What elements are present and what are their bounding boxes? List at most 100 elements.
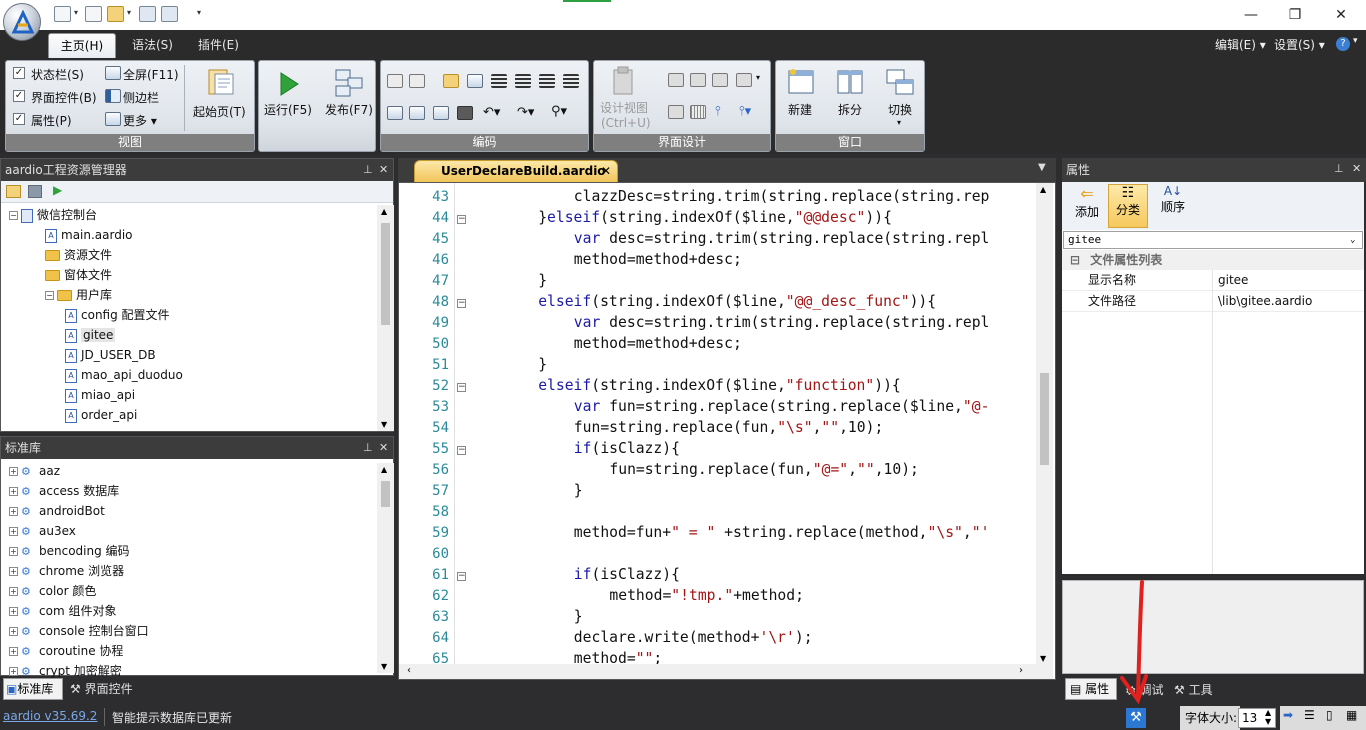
stdlib-scroll-down-icon[interactable]: ▼ (381, 662, 387, 671)
comment-block-icon[interactable] (433, 106, 449, 120)
order-button[interactable]: A↓ 顺序 (1156, 184, 1190, 228)
new-dropdown-icon[interactable]: ▾ (74, 8, 78, 17)
select-icon[interactable] (467, 74, 483, 88)
book-icon[interactable]: ▯ (1326, 708, 1333, 722)
fold-icon[interactable]: − (457, 383, 466, 392)
scroll-down-icon[interactable]: ▼ (381, 420, 387, 429)
save-icon[interactable] (139, 6, 156, 22)
expand-icon[interactable]: + (9, 527, 18, 536)
close-property-icon[interactable]: ✕ (1352, 162, 1361, 175)
collapse-icon[interactable]: − (45, 291, 54, 300)
tree-item[interactable]: − 微信控制台 (9, 205, 97, 225)
statusbar-checkbox[interactable]: ✓ (13, 67, 25, 79)
save-project-icon[interactable] (28, 185, 42, 198)
editor-vscroll[interactable]: ▲ ▼ (1036, 183, 1053, 679)
stdlib-scroll-up-icon[interactable]: ▲ (381, 465, 387, 474)
jump-icon[interactable] (409, 106, 425, 120)
library-item[interactable]: + ⚙ androidBot (9, 501, 105, 521)
tab-syntax[interactable]: 语法(S) (122, 33, 183, 58)
find-icon[interactable]: ⚲▾ (551, 104, 567, 119)
tree-item[interactable]: 资源文件 (45, 245, 112, 265)
library-item[interactable]: + ⚙ au3ex (9, 521, 76, 541)
library-item[interactable]: + ⚙ bencoding 编码 (9, 541, 130, 561)
library-item[interactable]: + ⚙ aaz (9, 461, 60, 481)
expand-icon[interactable]: + (9, 607, 18, 616)
stdlib-scroll-thumb[interactable] (381, 481, 390, 507)
properties-checkbox[interactable]: ✓ (13, 113, 25, 125)
cut-icon[interactable] (387, 74, 403, 88)
library-item[interactable]: + ⚙ chrome 浏览器 (9, 561, 124, 581)
switch-button[interactable]: 切换 (888, 101, 912, 118)
paste-icon[interactable] (443, 74, 459, 88)
list-icon[interactable]: ☰ (1304, 708, 1315, 722)
tab-plugins[interactable]: 插件(E) (188, 33, 249, 58)
format-icon[interactable] (387, 106, 403, 120)
tree-item[interactable]: 窗体文件 (45, 265, 112, 285)
align-top-icon[interactable] (690, 73, 706, 87)
update-icon[interactable]: ⚒ (1126, 708, 1146, 728)
tab-tools[interactable]: ⚒ 工具 (1174, 681, 1213, 698)
property-section[interactable]: ⊟ 文件属性列表 (1062, 250, 1364, 270)
same-size-icon[interactable] (712, 73, 728, 87)
property-row[interactable]: 文件路径 \lib\gitee.aardio (1062, 291, 1364, 312)
expand-icon[interactable]: + (9, 467, 18, 476)
expand-icon[interactable]: + (9, 507, 18, 516)
library-item[interactable]: + ⚙ coroutine 协程 (9, 641, 123, 661)
comment-icon[interactable] (539, 74, 555, 88)
grid-view-icon[interactable]: ▦ (1346, 708, 1357, 722)
switch-dropdown-icon[interactable]: ▾ (897, 118, 901, 127)
object-selector[interactable]: gitee ⌄ (1063, 231, 1363, 249)
expand-icon[interactable]: + (9, 667, 18, 676)
run-project-icon[interactable]: ▶ (53, 183, 62, 197)
selector-dropdown-icon[interactable]: ⌄ (1350, 232, 1355, 248)
start-page-button[interactable]: 起始页(T) (193, 103, 246, 120)
pin-stdlib-icon[interactable]: ⊥ (363, 437, 373, 459)
frame-icon[interactable] (668, 105, 684, 119)
property-value[interactable]: gitee (1218, 270, 1248, 291)
library-item[interactable]: + ⚙ access 数据库 (9, 481, 119, 501)
editor-scroll-thumb[interactable] (1040, 373, 1049, 465)
minimize-button[interactable]: — (1228, 0, 1274, 30)
section-collapse-icon[interactable]: ⊟ (1070, 253, 1080, 267)
tab-properties[interactable]: ▤ 属性 (1065, 678, 1117, 700)
fullscreen-button[interactable]: 全屏(F11) (123, 66, 179, 83)
font-size-spinner-icon[interactable]: ▲ ▼ (1265, 708, 1271, 726)
fold-icon[interactable]: − (457, 215, 466, 224)
new-file-icon[interactable] (54, 6, 71, 22)
indent-icon[interactable] (491, 74, 507, 88)
grid-icon[interactable] (690, 105, 706, 119)
expand-icon[interactable]: + (9, 627, 18, 636)
expand-icon[interactable]: + (9, 487, 18, 496)
fold-icon[interactable]: − (457, 446, 466, 455)
tab-list-icon[interactable]: ▼ (1038, 162, 1046, 173)
property-row[interactable]: 显示名称 gitee (1062, 270, 1364, 291)
tree-item[interactable]: Amain.aardio (45, 225, 133, 245)
close-panel-icon[interactable]: ✕ (379, 159, 388, 181)
arrow-right-icon[interactable]: ➡ (1283, 708, 1293, 722)
align-left-icon[interactable] (668, 73, 684, 87)
editor-hscroll[interactable]: ‹ › (399, 664, 1036, 679)
ui-controls-checkbox[interactable]: ✓ (13, 90, 25, 102)
restore-button[interactable]: ❐ (1272, 0, 1318, 30)
close-stdlib-icon[interactable]: ✕ (379, 437, 388, 459)
tree-item[interactable]: Amiao_api (65, 385, 135, 405)
pin-panel-icon[interactable]: ⊥ (363, 159, 373, 181)
close-window-button[interactable]: ✕ (1318, 0, 1364, 30)
layout-dropdown-icon[interactable]: ▾ (756, 73, 760, 82)
tree-item[interactable]: Amao_api_duoduo (65, 365, 183, 385)
window-icon[interactable] (85, 6, 102, 22)
open-folder-icon[interactable] (107, 6, 124, 22)
customize-toolbar-icon[interactable]: ▾ (197, 8, 201, 17)
edit-menu[interactable]: 编辑(E) ▾ (1215, 36, 1266, 53)
tree-item[interactable]: A JD_USER_DB (65, 345, 156, 365)
expand-icon[interactable]: + (9, 647, 18, 656)
help-dropdown-icon[interactable]: ▾ (1353, 36, 1358, 46)
open-dropdown-icon[interactable]: ▾ (127, 8, 131, 17)
app-menu-orb[interactable] (3, 3, 41, 41)
hscroll-left-icon[interactable]: ‹ (407, 665, 411, 676)
publish-button[interactable]: 发布(F7) (325, 101, 373, 118)
add-button[interactable]: ⇐ 添加 (1070, 184, 1104, 228)
sidebar-button[interactable]: 侧边栏 (123, 89, 159, 106)
shield-icon[interactable] (457, 106, 473, 120)
scroll-thumb[interactable] (381, 223, 390, 325)
